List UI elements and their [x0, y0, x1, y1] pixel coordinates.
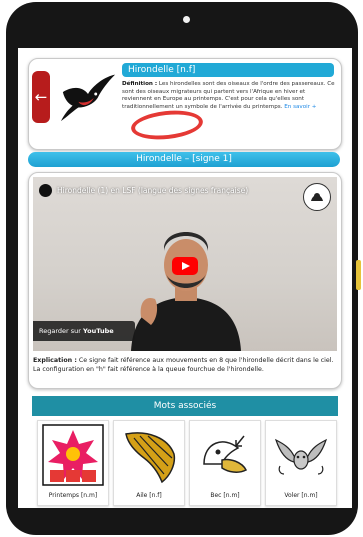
watch-on-youtube[interactable]: Regarder sur YouTube — [33, 321, 135, 341]
video-player[interactable]: Hirondelle (1) en LSF (langue des signes… — [33, 177, 337, 351]
video-header: Hirondelle (1) en LSF (langue des signes… — [39, 183, 269, 197]
explication-body: Ce signe fait référence aux mouvements e… — [33, 357, 334, 373]
definition-text: Définition : Les hirondelles sont des oi… — [122, 81, 336, 111]
sign-title-bar: Hirondelle – [signe 1] — [28, 152, 340, 167]
back-button[interactable]: ← — [32, 71, 50, 123]
related-word-card[interactable]: Voler [n.m] — [265, 420, 337, 506]
related-word-card[interactable]: Aile [n.f] — [113, 420, 185, 506]
word-title: Hirondelle [n.f] — [122, 63, 334, 77]
watch-on-label: Regarder sur — [39, 327, 81, 335]
related-words-header: Mots associés — [32, 396, 338, 416]
swallow-illustration — [60, 74, 116, 122]
related-word-card[interactable]: Bec [n.m] — [189, 420, 261, 506]
wing-icon — [125, 432, 176, 484]
definition-card: ← Hirondelle [n.f] Définition : Les hiro… — [28, 58, 342, 150]
video-card: Hirondelle (1) en LSF (langue des signes… — [28, 172, 342, 389]
related-word-label: Bec [n.m] — [210, 492, 240, 499]
spring-flower-icon — [42, 424, 104, 486]
explication-text: Explication : Ce signe fait référence au… — [33, 356, 337, 374]
channel-avatar-icon[interactable] — [39, 183, 52, 197]
arrow-left-icon: ← — [34, 88, 48, 106]
definition-label: Définition : — [122, 81, 158, 87]
annotation-circle — [129, 107, 205, 143]
more-link[interactable]: En savoir + — [284, 104, 316, 110]
camera-dot — [183, 16, 190, 23]
channel-logo-icon — [303, 183, 331, 211]
flying-bird-icon — [274, 438, 328, 475]
tablet-device: ← Hirondelle [n.f] Définition : Les hiro… — [0, 0, 363, 537]
side-button — [356, 260, 361, 290]
play-button[interactable] — [172, 257, 198, 275]
beak-icon — [203, 435, 248, 473]
related-word-card[interactable]: Printemps [n.m] — [37, 420, 109, 506]
video-title[interactable]: Hirondelle (1) en LSF (langue des signes… — [57, 186, 248, 195]
youtube-logo: YouTube — [83, 327, 114, 335]
related-word-label: Aile [n.f] — [136, 492, 162, 499]
related-word-label: Printemps [n.m] — [48, 492, 98, 499]
related-word-label: Voler [n.m] — [284, 492, 318, 499]
explication-label: Explication : — [33, 357, 77, 364]
screen: ← Hirondelle [n.f] Définition : Les hiro… — [18, 48, 352, 508]
